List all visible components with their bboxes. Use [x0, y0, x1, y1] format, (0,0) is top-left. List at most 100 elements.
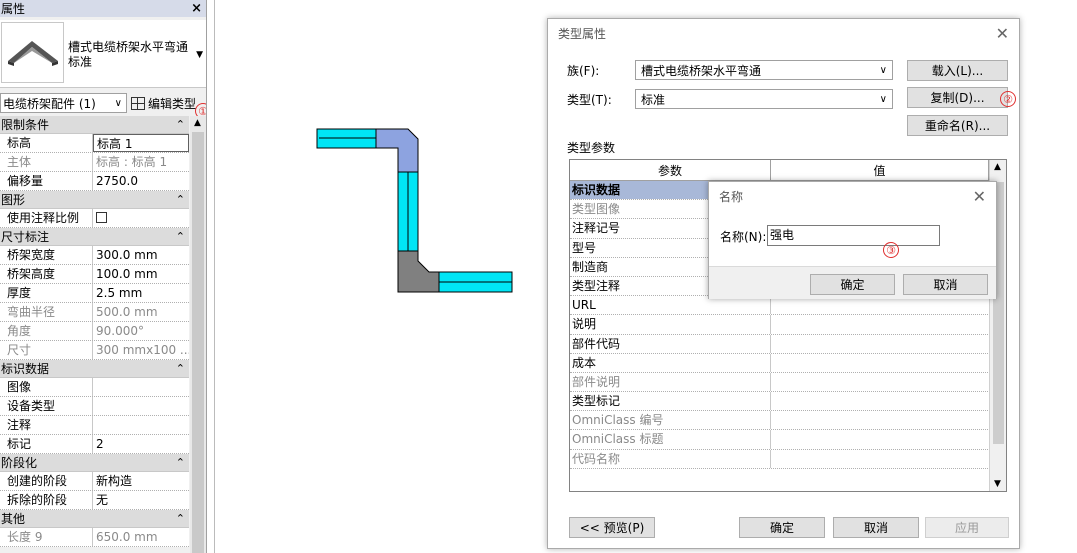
checkbox[interactable]: [96, 212, 107, 223]
type-selector[interactable]: 槽式电缆桥架水平弯通 标准 ▼: [0, 20, 206, 88]
property-row[interactable]: 标记 2: [0, 435, 189, 454]
property-value[interactable]: [93, 397, 189, 415]
property-group-label: 尺寸标注: [1, 230, 50, 244]
param-value[interactable]: [771, 430, 989, 448]
apply-button[interactable]: 应用: [925, 517, 1009, 538]
close-icon[interactable]: ×: [191, 1, 202, 16]
rename-button[interactable]: 重命名(R)...: [907, 115, 1008, 136]
param-value[interactable]: [771, 315, 989, 333]
param-name: 说明: [570, 315, 771, 334]
property-row[interactable]: 桥架高度 100.0 mm: [0, 265, 189, 284]
property-group-header[interactable]: 阶段化 ⌃: [0, 454, 189, 472]
table-row[interactable]: 成本: [570, 353, 1006, 373]
property-value[interactable]: 新构造: [93, 472, 189, 490]
property-value[interactable]: 2: [93, 435, 189, 453]
cancel-button[interactable]: 取消: [833, 517, 919, 538]
property-key: 弯曲半径: [0, 303, 93, 321]
instance-filter-label: 电缆桥架配件 (1): [3, 96, 96, 111]
param-value[interactable]: [771, 392, 989, 410]
param-name: OmniClass 编号: [570, 411, 771, 430]
table-row[interactable]: URL: [570, 296, 1006, 316]
property-value[interactable]: [93, 209, 189, 227]
collapse-icon[interactable]: ⌃: [176, 118, 185, 131]
preview-button[interactable]: << 预览(P): [569, 517, 655, 538]
property-value: 300 mmx100 ...: [96, 343, 189, 357]
scroll-thumb[interactable]: [192, 132, 204, 553]
property-row[interactable]: 拆除的阶段无: [0, 491, 189, 510]
property-value[interactable]: 2.5 mm: [93, 284, 189, 302]
property-row[interactable]: 长度 9 650.0 mm: [0, 528, 189, 547]
table-header: 参数 值: [570, 160, 1006, 181]
property-group-header[interactable]: 图形 ⌃: [0, 191, 189, 209]
table-row[interactable]: 部件代码: [570, 334, 1006, 354]
name-cancel-button[interactable]: 取消: [903, 274, 988, 295]
property-row[interactable]: 桥架宽度 300.0 mm: [0, 246, 189, 265]
instance-filter-select[interactable]: 电缆桥架配件 (1) ∨: [0, 93, 127, 113]
table-row[interactable]: 说明: [570, 315, 1006, 335]
param-value[interactable]: [771, 411, 989, 429]
close-icon[interactable]: ✕: [973, 187, 986, 206]
table-row[interactable]: OmniClass 标题: [570, 430, 1006, 450]
table-row[interactable]: 类型标记: [570, 392, 1006, 412]
property-value: 标高 : 标高 1: [96, 155, 168, 169]
property-row[interactable]: 图像: [0, 378, 189, 397]
property-key: 偏移量: [0, 172, 93, 190]
property-row[interactable]: 厚度 2.5 mm: [0, 284, 189, 303]
property-value[interactable]: [93, 378, 189, 396]
collapse-icon[interactable]: ⌃: [176, 193, 185, 206]
properties-scrollbar[interactable]: ▲: [190, 116, 206, 553]
properties-title-bar: 属性 ×: [0, 0, 206, 17]
param-value[interactable]: [771, 335, 989, 353]
property-value[interactable]: 100.0 mm: [93, 265, 189, 283]
name-label: 名称(N):: [720, 230, 767, 244]
param-value[interactable]: [771, 354, 989, 372]
property-group-header[interactable]: 限制条件 ⌃: [0, 116, 189, 134]
param-value[interactable]: [771, 373, 989, 391]
property-row[interactable]: 偏移量 2750.0: [0, 172, 189, 191]
property-group-header[interactable]: 尺寸标注 ⌃: [0, 228, 189, 246]
property-key: 桥架高度: [0, 265, 93, 283]
annotation-3: ③: [883, 242, 899, 258]
property-value[interactable]: 2750.0: [93, 172, 189, 190]
duplicate-button[interactable]: 复制(D)...: [907, 87, 1008, 108]
scroll-up-icon[interactable]: ▲: [194, 118, 201, 128]
property-value: 500.0 mm: [96, 305, 158, 319]
property-row[interactable]: 弯曲半径 500.0 mm: [0, 303, 189, 322]
name-input[interactable]: 强电: [767, 225, 940, 246]
property-group-header[interactable]: 其他 ⌃: [0, 510, 189, 528]
property-row[interactable]: 角度 90.000°: [0, 322, 189, 341]
scroll-down-icon[interactable]: ▼: [994, 479, 1001, 489]
param-value[interactable]: [771, 450, 989, 468]
properties-grid: 限制条件 ⌃ 标高 标高 1 主体 标高 : 标高 1 偏移量 2750.0 图形 ⌃ 使用注释比例…: [0, 116, 189, 547]
property-group-header[interactable]: 标识数据 ⌃: [0, 360, 189, 378]
property-value[interactable]: 300.0 mm: [93, 246, 189, 264]
collapse-icon[interactable]: ⌃: [176, 512, 185, 525]
table-row[interactable]: OmniClass 编号: [570, 411, 1006, 431]
collapse-icon[interactable]: ⌃: [176, 362, 185, 375]
collapse-icon[interactable]: ⌃: [176, 230, 185, 243]
ok-button[interactable]: 确定: [739, 517, 825, 538]
table-row[interactable]: 部件说明: [570, 372, 1006, 393]
property-row[interactable]: 使用注释比例: [0, 209, 189, 228]
edit-type-button[interactable]: 编辑类型: [131, 95, 196, 112]
property-row[interactable]: 创建的阶段 新构造: [0, 472, 189, 491]
property-value[interactable]: 无: [93, 491, 189, 509]
family-combo[interactable]: 槽式电缆桥架水平弯通 ∨: [635, 60, 893, 80]
close-icon[interactable]: ✕: [996, 24, 1009, 43]
type-combo[interactable]: 标准 ∨: [635, 89, 893, 109]
col-header-value: 值: [771, 160, 989, 181]
property-key: 长度 9: [0, 528, 93, 546]
name-ok-button[interactable]: 确定: [810, 274, 895, 295]
type-dropdown-arrow-icon[interactable]: ▼: [196, 50, 203, 60]
table-row[interactable]: 代码名称: [570, 449, 1006, 469]
property-value[interactable]: 标高 1: [93, 134, 189, 152]
property-row[interactable]: 主体 标高 : 标高 1: [0, 153, 189, 172]
load-button[interactable]: 载入(L)...: [907, 60, 1008, 81]
collapse-icon[interactable]: ⌃: [176, 456, 185, 469]
scroll-up-icon[interactable]: ▲: [994, 162, 1001, 172]
property-row[interactable]: 设备类型: [0, 397, 189, 416]
property-row[interactable]: 尺寸 300 mmx100 ...: [0, 341, 189, 360]
property-value[interactable]: [93, 416, 189, 434]
property-row[interactable]: 标高 标高 1: [0, 134, 189, 153]
property-row[interactable]: 注释: [0, 416, 189, 435]
